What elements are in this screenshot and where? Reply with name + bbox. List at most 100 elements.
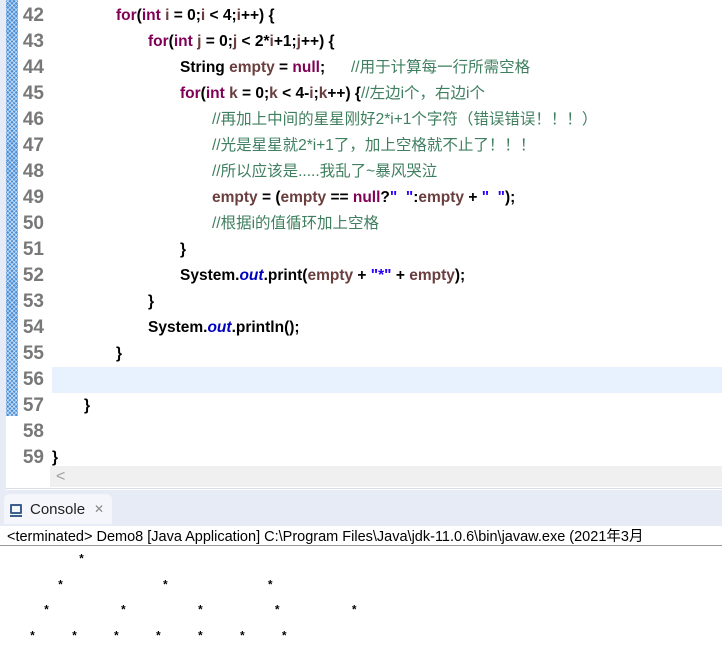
code-token-cm: //左边i个，右边i个	[360, 85, 485, 102]
code-line[interactable]: //光是星星就2*i+1了，加上空格就不止了！！！	[52, 133, 722, 159]
code-line[interactable]: for(int j = 0;j < 2*i+1;j++) {	[52, 29, 722, 55]
code-line[interactable]: for(int i = 0;i < 4;i++) {	[52, 3, 722, 29]
code-token-kw: for	[148, 33, 169, 50]
code-token-fld: out	[239, 267, 264, 284]
scroll-left-icon[interactable]: <	[56, 466, 65, 487]
tab-console[interactable]: Console ✕	[4, 494, 112, 524]
code-token-plain: < 2*	[237, 33, 270, 50]
line-number: 51	[22, 239, 44, 260]
code-token-var: empty	[212, 189, 258, 206]
code-token-plain: String	[180, 59, 230, 76]
code-token-plain: }	[52, 449, 59, 466]
code-token-cm: //再加上中间的星星刚好2*i+1个字符（错误错误！！！）	[212, 111, 598, 128]
console-output-line: *	[8, 553, 85, 567]
code-line[interactable]: System.out.print(empty + "*" + empty);	[52, 263, 722, 289]
code-token-plain: .println();	[231, 319, 300, 336]
code-token-plain: < 4;	[205, 7, 237, 24]
code-token-var: k	[229, 85, 238, 102]
code-editor[interactable]: 42 43 44 45 46 47 48 49 50 51 52 53 54 55 56 57 58 59 for…	[0, 0, 722, 490]
code-token-str: "*"	[370, 267, 392, 284]
code-token-plain: ++) {	[300, 33, 335, 50]
line-number-gutter: 42 43 44 45 46 47 48 49 50 51 52 53 54 55 56 57 58 59	[18, 3, 50, 471]
line-number: 54	[22, 317, 44, 338]
code-line[interactable]: }	[52, 393, 722, 419]
line-number: 55	[22, 343, 44, 364]
code-token-plain: }	[180, 241, 187, 258]
console-output-line: * * * * *	[8, 604, 358, 619]
line-number: 42	[22, 5, 44, 26]
close-icon[interactable]: ✕	[94, 502, 104, 516]
code-token-kw: for	[180, 85, 201, 102]
code-token-plain: = 0;	[169, 7, 201, 24]
code-line[interactable]: empty = (empty == null?" ":empty + " ");	[52, 185, 722, 211]
code-token-cm: //用于计算每一行所需空格	[350, 59, 531, 76]
code-line[interactable]: String empty = null; //用于计算每一行所需空格	[52, 55, 722, 81]
code-line[interactable]: System.out.println();	[52, 315, 722, 341]
line-number: 53	[22, 291, 44, 312]
code-line[interactable]: }	[52, 341, 722, 367]
line-number: 56	[22, 369, 44, 390]
code-token-plain: ;	[319, 59, 351, 76]
code-line[interactable]: }	[52, 237, 722, 263]
code-token-plain: +	[464, 189, 482, 206]
code-token-plain: );	[454, 267, 466, 284]
console-status: <terminated> Demo8 [Java Application] C:…	[0, 526, 722, 546]
code-line[interactable]: for(int k = 0;k < 4-i;k++) {//左边i个，右边i个	[52, 81, 722, 107]
code-area[interactable]: for(int i = 0;i < 4;i++) { for(int j = 0…	[52, 3, 722, 471]
line-number: 52	[22, 265, 44, 286]
console-output-line: * * * * * * *	[8, 630, 288, 645]
code-token-cm: //光是星星就2*i+1了，加上空格就不止了！！！	[212, 137, 536, 154]
code-token-plain: System.	[180, 267, 240, 284]
code-token-plain: .print(	[263, 267, 308, 284]
console-tab-label: Console	[30, 500, 86, 518]
code-token-kw: int	[173, 33, 193, 50]
code-token-var: empty	[418, 189, 465, 206]
line-number: 48	[22, 161, 44, 182]
line-number: 57	[22, 395, 44, 416]
code-token-plain: );	[505, 189, 516, 206]
code-token-plain: }	[84, 397, 91, 414]
code-token-plain: +1;	[273, 33, 297, 50]
code-token-plain: +	[353, 267, 371, 284]
code-token-var: empty	[229, 59, 275, 76]
horizontal-scrollbar[interactable]: <	[50, 466, 722, 487]
code-line[interactable]: }	[52, 289, 722, 315]
code-line[interactable]	[52, 419, 722, 445]
code-token-plain: = (	[257, 189, 281, 206]
code-token-str: " "	[481, 189, 506, 206]
code-token-plain: +	[391, 267, 410, 284]
code-token-cm: //所以应该是.....我乱了~暴风哭泣	[212, 163, 438, 180]
console-icon	[10, 504, 22, 517]
code-token-var: empty	[307, 267, 354, 284]
code-line[interactable]	[52, 367, 722, 393]
code-token-plain: }	[148, 293, 155, 310]
code-token-plain: = 0;	[237, 85, 270, 102]
code-token-kw: int	[141, 7, 161, 24]
line-number: 43	[22, 31, 44, 52]
code-token-plain: System.	[148, 319, 208, 336]
code-token-plain: ==	[326, 189, 353, 206]
code-line[interactable]: //所以应该是.....我乱了~暴风哭泣	[52, 159, 722, 185]
code-line[interactable]: //再加上中间的星星刚好2*i+1个字符（错误错误！！！）	[52, 107, 722, 133]
console-output: * * * * * * * * * * * * * * * *	[8, 548, 358, 651]
code-token-kw: for	[116, 7, 137, 24]
code-token-plain: }	[116, 345, 123, 362]
line-number: 58	[22, 421, 44, 442]
code-line[interactable]: //根据i的值循环加上空格	[52, 211, 722, 237]
console-header: Console ✕	[0, 490, 722, 526]
line-number: 49	[22, 187, 44, 208]
line-number: 45	[22, 83, 44, 104]
code-token-kw: null	[352, 189, 381, 206]
